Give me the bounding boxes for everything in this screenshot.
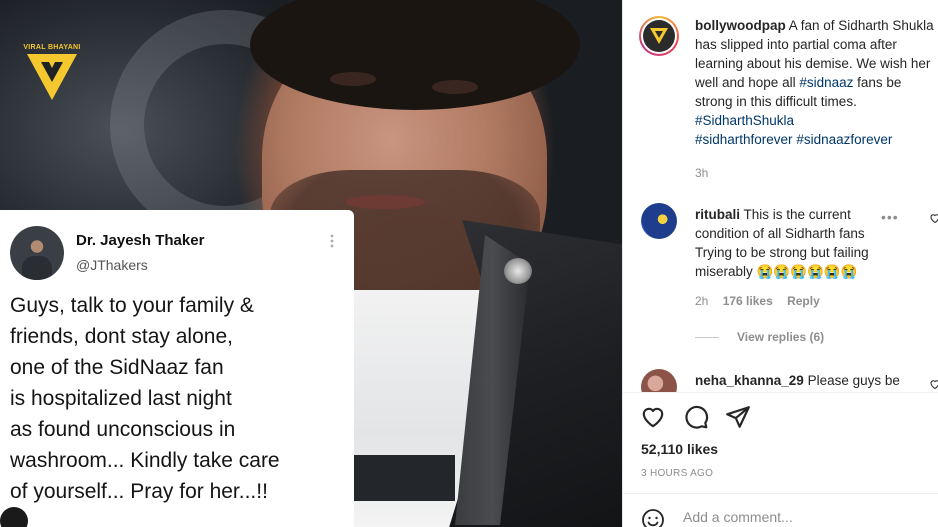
share-icon[interactable] [725,404,751,430]
comment-like-icon[interactable] [929,378,938,390]
hashtag-sidharthshukla[interactable]: #SidharthShukla [695,113,794,128]
actions-divider [623,392,938,393]
post-caption: bollywoodpap A fan of Sidharth Shukla ha… [695,16,935,149]
tweet-author-name: Dr. Jayesh Thaker [76,232,205,249]
comment-icon[interactable] [683,404,709,430]
comment-emoji: 😭😭😭😭😭😭 [756,264,858,279]
comment-like-icon[interactable] [929,212,938,224]
tweet-author-handle: @JThakers [76,257,148,273]
caption-username[interactable]: bollywoodpap [695,18,786,33]
comment-input-divider [623,493,938,494]
poster-logo-icon [650,28,668,44]
more-options-icon[interactable]: ••• [881,209,899,225]
tweet-author-avatar [10,226,64,280]
poster-avatar-image [643,20,675,52]
logo-v-icon [27,54,77,100]
comment-likes[interactable]: 176 likes [723,294,773,308]
hashtag-sidharthforever[interactable]: #sidharthforever [695,132,793,147]
user-icon [0,507,28,527]
hashtag-sidnaaz[interactable]: #sidnaaz [799,75,853,90]
comment-text: ritubali This is the current condition o… [695,205,895,281]
replies-divider [695,337,719,338]
right-eye [432,80,478,94]
post-image[interactable]: VIRAL BHAYANI Dr. Jayesh Thaker @JThaker… [0,0,622,527]
comment-text: neha_khanna_29 Please guys be [695,371,910,390]
poster-avatar[interactable] [639,16,679,56]
avatar-body [22,256,52,280]
comment-username[interactable]: neha_khanna_29 [695,373,804,388]
lapel-brooch [504,258,532,284]
shirt-stripe [345,455,455,501]
logo-text: VIRAL BHAYANI [23,44,81,51]
reply-button[interactable]: Reply [787,294,820,308]
vertical-ellipsis-icon [330,234,334,248]
comment-input[interactable] [683,509,923,525]
emoji-icon[interactable] [641,508,665,527]
comment-username[interactable]: ritubali [695,207,740,222]
post-actions: 52,110 likes 3 HOURS AGO [623,392,938,527]
likes-count[interactable]: 52,110 likes [641,441,718,457]
view-replies-button[interactable]: View replies (6) [737,330,824,344]
comment-body: Please guys be [807,373,900,388]
post-timestamp: 3 HOURS AGO [641,468,714,479]
tweet-card: Dr. Jayesh Thaker @JThakers Guys, talk t… [0,210,354,527]
heart-icon[interactable] [640,404,666,430]
hashtag-sidnaazforever[interactable]: #sidnaazforever [796,132,892,147]
viral-bhayani-logo: VIRAL BHAYANI [22,44,82,104]
post-details-panel: bollywoodpap A fan of Sidharth Shukla ha… [622,0,938,527]
commenter-avatar[interactable] [641,203,677,239]
avatar-inner [641,18,677,54]
tweet-text: Guys, talk to your family & friends, don… [10,294,280,503]
comment-time: 2h [695,294,709,308]
comment-meta: 2h 176 likes Reply [695,294,831,308]
caption-timestamp: 3h [695,166,709,180]
mouth [345,195,425,209]
left-eye [330,72,376,86]
